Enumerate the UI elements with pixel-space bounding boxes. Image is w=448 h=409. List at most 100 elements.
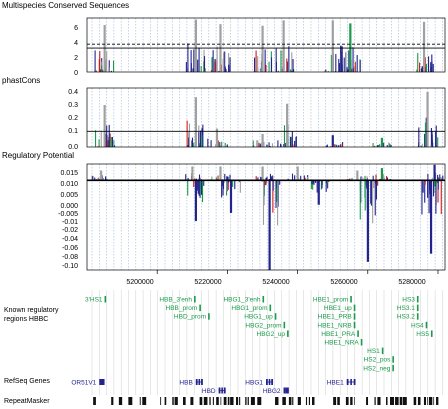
msc-track-title: Multispecies Conserved Sequences xyxy=(2,1,129,10)
regpot-peak-bar xyxy=(261,166,264,181)
repeat-block xyxy=(245,397,247,405)
regpot-bar xyxy=(201,180,204,203)
repeat-block xyxy=(142,397,147,405)
repeat-block xyxy=(160,397,162,405)
regpot-ytick-label: -0.10 xyxy=(62,263,78,270)
refseq-gene-exon xyxy=(350,379,352,385)
regulatory-region-label: 3'HS1 xyxy=(85,297,103,304)
regpot-peak-bar xyxy=(229,180,233,213)
msc-bar xyxy=(223,52,225,72)
phastcons-bar xyxy=(201,135,203,147)
regulatory-region-mark xyxy=(350,296,352,303)
msc-bar xyxy=(288,46,290,72)
phastcons-bar xyxy=(283,125,286,147)
regpot-bar xyxy=(316,180,318,193)
msc-bar xyxy=(346,67,348,72)
repeat-block xyxy=(413,397,417,405)
regulatory-region-label: HBB_prom xyxy=(166,305,198,312)
repeat-block xyxy=(250,397,255,405)
repeat-block xyxy=(292,397,294,405)
msc-bar xyxy=(280,50,282,72)
phastcons-peak-bar xyxy=(261,133,264,147)
phastcons-bar xyxy=(202,124,204,147)
known-reg-title-line1: Known regulatory xyxy=(4,307,59,314)
msc-bar xyxy=(343,57,345,72)
refseq-gene-label: HBB xyxy=(179,380,192,387)
msc-bar xyxy=(265,64,267,72)
phastcons-yaxis: 0.0 0.1 0.2 0.3 0.4 xyxy=(68,89,78,151)
regpot-peak-bar xyxy=(317,180,320,205)
repeat-block xyxy=(311,397,315,405)
phastcons-peak-bar xyxy=(380,137,384,147)
regulatory-region-label: HS2_neg xyxy=(363,365,390,372)
refseq-gene-exon xyxy=(285,387,287,394)
regulatory-region-label: HBG1_3'enh xyxy=(223,297,260,304)
regpot-bar xyxy=(272,180,274,191)
phastcons-bar xyxy=(252,140,254,147)
regulatory-region-mark xyxy=(287,330,289,337)
regpot-yaxis: 0.015 0.010 0.005 0.000 -0.005 -0.01 -0.… xyxy=(58,170,78,270)
regpot-bar xyxy=(239,180,241,193)
regpot-bar xyxy=(377,180,379,186)
phastcons-ytick-label: 0.2 xyxy=(68,115,78,122)
regpot-bar xyxy=(198,174,201,181)
regpot-bar xyxy=(291,173,294,181)
phastcons-bar xyxy=(424,122,426,147)
repeat-block xyxy=(128,397,133,405)
msc-bar xyxy=(354,61,356,72)
regpot-bar xyxy=(427,173,429,181)
regulatory-region-label: HBG2_up xyxy=(257,331,286,338)
phastcons-peak-bar xyxy=(331,135,334,147)
msc-yaxis: 0 2 4 6 xyxy=(74,25,78,77)
refseq-gene-label: HBG1 xyxy=(245,380,263,387)
msc-peak-bar xyxy=(331,20,334,72)
regulatory-region-label: HBD_prom xyxy=(174,314,206,321)
msc-bar xyxy=(359,60,361,72)
phastcons-peak-bar xyxy=(286,103,289,147)
regpot-bar xyxy=(435,180,437,214)
phastcons-bar xyxy=(268,142,270,147)
msc-bar xyxy=(105,59,107,72)
repeat-block xyxy=(386,397,388,405)
refseq-gene-exon xyxy=(195,379,198,385)
regulatory-region-mark xyxy=(274,313,277,320)
msc-bar xyxy=(113,60,115,72)
repeat-block xyxy=(203,397,208,405)
phastcons-bar xyxy=(431,134,433,147)
regpot-bar xyxy=(203,180,205,186)
regulatory-region-mark xyxy=(194,296,196,303)
repeat-block xyxy=(337,397,340,405)
regulatory-region-mark xyxy=(381,347,384,355)
repeat-block xyxy=(402,397,407,405)
regulatory-region-label: HS3 xyxy=(402,297,415,304)
regulatory-region-mark xyxy=(392,356,394,363)
repeat-block xyxy=(236,397,239,405)
regulatory-region-mark xyxy=(353,304,356,312)
regpot-ytick-label: 0.015 xyxy=(60,170,78,177)
phastcons-bar xyxy=(341,143,343,147)
repeat-block xyxy=(428,397,433,405)
repeat-block xyxy=(433,397,435,405)
repeat-block xyxy=(199,397,203,405)
regpot-bar xyxy=(198,180,200,196)
phastcons-bar xyxy=(294,140,296,147)
repeat-block xyxy=(417,397,421,405)
msc-bar xyxy=(212,50,214,72)
msc-bar xyxy=(289,69,292,72)
phastcons-bar xyxy=(435,131,437,147)
phastcons-bar xyxy=(257,140,259,147)
msc-bar xyxy=(356,55,358,72)
regpot-bar xyxy=(421,180,423,215)
regpot-ytick-label: -0.01 xyxy=(62,219,78,226)
regpot-peak-bar xyxy=(433,164,436,181)
regpot-peak-bar xyxy=(268,180,271,270)
repeat-block xyxy=(390,397,395,405)
phastcons-bar xyxy=(193,142,195,147)
regpot-ytick-label: 0.000 xyxy=(60,203,78,210)
refseq-gene-exon xyxy=(99,379,105,385)
regulatory-region-mark xyxy=(360,339,363,346)
msc-bar xyxy=(419,62,421,72)
repeat-block xyxy=(93,397,96,405)
regpot-peak-bar xyxy=(219,166,222,181)
regulatory-region-mark xyxy=(283,321,286,329)
